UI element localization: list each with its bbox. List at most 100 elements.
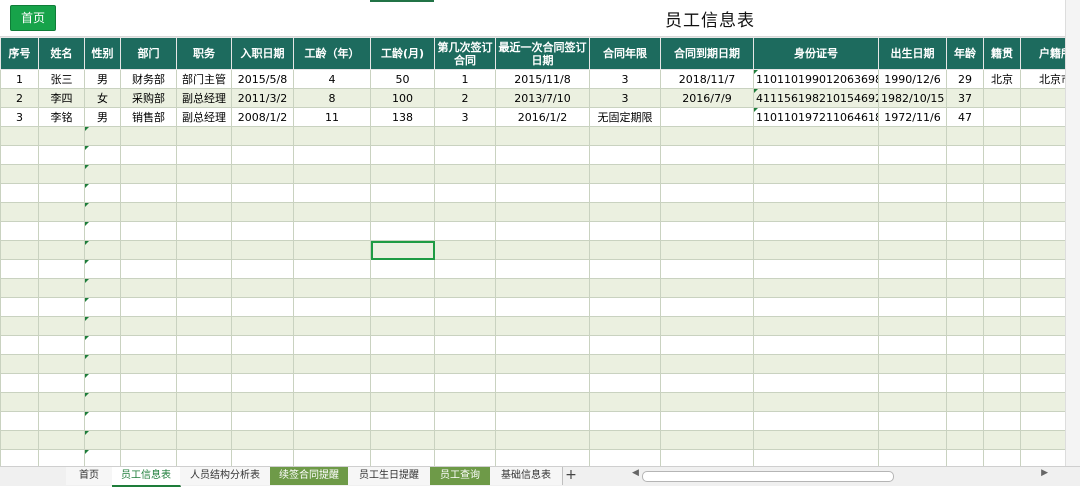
table-cell[interactable]: [121, 374, 177, 393]
table-cell[interactable]: [879, 203, 947, 222]
table-cell[interactable]: [121, 222, 177, 241]
table-cell[interactable]: [1, 184, 39, 203]
table-cell[interactable]: [590, 412, 661, 431]
table-cell[interactable]: [177, 431, 232, 450]
table-cell[interactable]: [85, 431, 121, 450]
table-cell[interactable]: [947, 146, 984, 165]
table-cell[interactable]: [496, 127, 590, 146]
table-cell[interactable]: [754, 127, 879, 146]
table-cell[interactable]: [294, 260, 371, 279]
table-cell[interactable]: [754, 412, 879, 431]
table-cell[interactable]: [121, 412, 177, 431]
table-cell[interactable]: [590, 222, 661, 241]
table-cell[interactable]: [39, 355, 85, 374]
table-cell[interactable]: 2016/1/2: [496, 108, 590, 127]
table-cell[interactable]: [39, 412, 85, 431]
table-cell[interactable]: 1982/10/15: [879, 89, 947, 108]
table-cell[interactable]: [85, 393, 121, 412]
table-cell[interactable]: [590, 355, 661, 374]
table-cell[interactable]: [371, 317, 435, 336]
table-cell[interactable]: [371, 184, 435, 203]
table-cell[interactable]: [294, 222, 371, 241]
table-cell[interactable]: [294, 393, 371, 412]
table-cell[interactable]: [754, 393, 879, 412]
table-cell[interactable]: [39, 298, 85, 317]
table-cell[interactable]: [661, 393, 754, 412]
table-cell[interactable]: [371, 222, 435, 241]
scrollbar-thumb[interactable]: [642, 471, 894, 482]
table-cell[interactable]: 29: [947, 70, 984, 89]
table-cell[interactable]: 女: [85, 89, 121, 108]
table-cell[interactable]: 3: [590, 70, 661, 89]
table-cell[interactable]: [39, 184, 85, 203]
table-cell[interactable]: [121, 317, 177, 336]
table-cell[interactable]: [984, 203, 1021, 222]
table-cell[interactable]: [294, 355, 371, 374]
column-header[interactable]: 工龄(月): [371, 38, 435, 70]
table-cell[interactable]: [121, 165, 177, 184]
table-cell[interactable]: [294, 184, 371, 203]
table-cell[interactable]: [1, 260, 39, 279]
table-cell[interactable]: [85, 336, 121, 355]
table-cell[interactable]: [754, 279, 879, 298]
table-cell[interactable]: [85, 355, 121, 374]
tab-basic-info[interactable]: 基础信息表: [490, 467, 563, 485]
table-cell[interactable]: [85, 146, 121, 165]
table-cell[interactable]: [435, 298, 496, 317]
table-cell[interactable]: [371, 165, 435, 184]
table-cell[interactable]: [177, 393, 232, 412]
table-cell[interactable]: [661, 146, 754, 165]
table-cell[interactable]: [435, 203, 496, 222]
table-cell[interactable]: 财务部: [121, 70, 177, 89]
table-cell[interactable]: [294, 203, 371, 222]
table-cell[interactable]: [294, 317, 371, 336]
tab-employee-info[interactable]: 员工信息表: [112, 467, 181, 487]
table-cell[interactable]: [661, 165, 754, 184]
table-cell[interactable]: [984, 393, 1021, 412]
column-header[interactable]: 身份证号: [754, 38, 879, 70]
table-cell[interactable]: [590, 127, 661, 146]
table-cell[interactable]: [1, 241, 39, 260]
tab-contract-renewal[interactable]: 续签合同提醒: [270, 467, 349, 485]
table-cell[interactable]: [435, 393, 496, 412]
table-cell[interactable]: [294, 127, 371, 146]
table-cell[interactable]: [496, 184, 590, 203]
table-cell[interactable]: [496, 336, 590, 355]
table-cell[interactable]: [232, 241, 294, 260]
table-cell[interactable]: 37: [947, 89, 984, 108]
table-cell[interactable]: [121, 184, 177, 203]
table-cell[interactable]: [984, 355, 1021, 374]
table-cell[interactable]: [371, 241, 435, 260]
table-cell[interactable]: [85, 165, 121, 184]
table-cell[interactable]: [754, 260, 879, 279]
column-header[interactable]: 部门: [121, 38, 177, 70]
table-cell[interactable]: [39, 165, 85, 184]
table-cell[interactable]: [435, 374, 496, 393]
table-cell[interactable]: [879, 374, 947, 393]
table-cell[interactable]: [1, 374, 39, 393]
table-cell[interactable]: [39, 393, 85, 412]
table-cell[interactable]: [661, 222, 754, 241]
table-cell[interactable]: [177, 127, 232, 146]
table-cell[interactable]: [1, 431, 39, 450]
table-cell[interactable]: [1, 146, 39, 165]
table-cell[interactable]: [177, 222, 232, 241]
table-cell[interactable]: [879, 412, 947, 431]
table-cell[interactable]: [879, 355, 947, 374]
tab-structure-analysis[interactable]: 人员结构分析表: [180, 467, 271, 485]
table-cell[interactable]: [232, 184, 294, 203]
scroll-left-icon[interactable]: ◀: [632, 468, 639, 478]
table-cell[interactable]: [177, 374, 232, 393]
table-cell[interactable]: [371, 393, 435, 412]
tab-employee-query[interactable]: 员工查询: [430, 467, 491, 485]
table-cell[interactable]: [121, 355, 177, 374]
table-cell[interactable]: [661, 317, 754, 336]
table-cell[interactable]: [590, 203, 661, 222]
table-cell[interactable]: [661, 374, 754, 393]
table-cell[interactable]: [232, 393, 294, 412]
table-cell[interactable]: [177, 317, 232, 336]
table-cell[interactable]: 3: [590, 89, 661, 108]
table-cell[interactable]: [661, 203, 754, 222]
table-cell[interactable]: [435, 317, 496, 336]
table-cell[interactable]: [496, 412, 590, 431]
